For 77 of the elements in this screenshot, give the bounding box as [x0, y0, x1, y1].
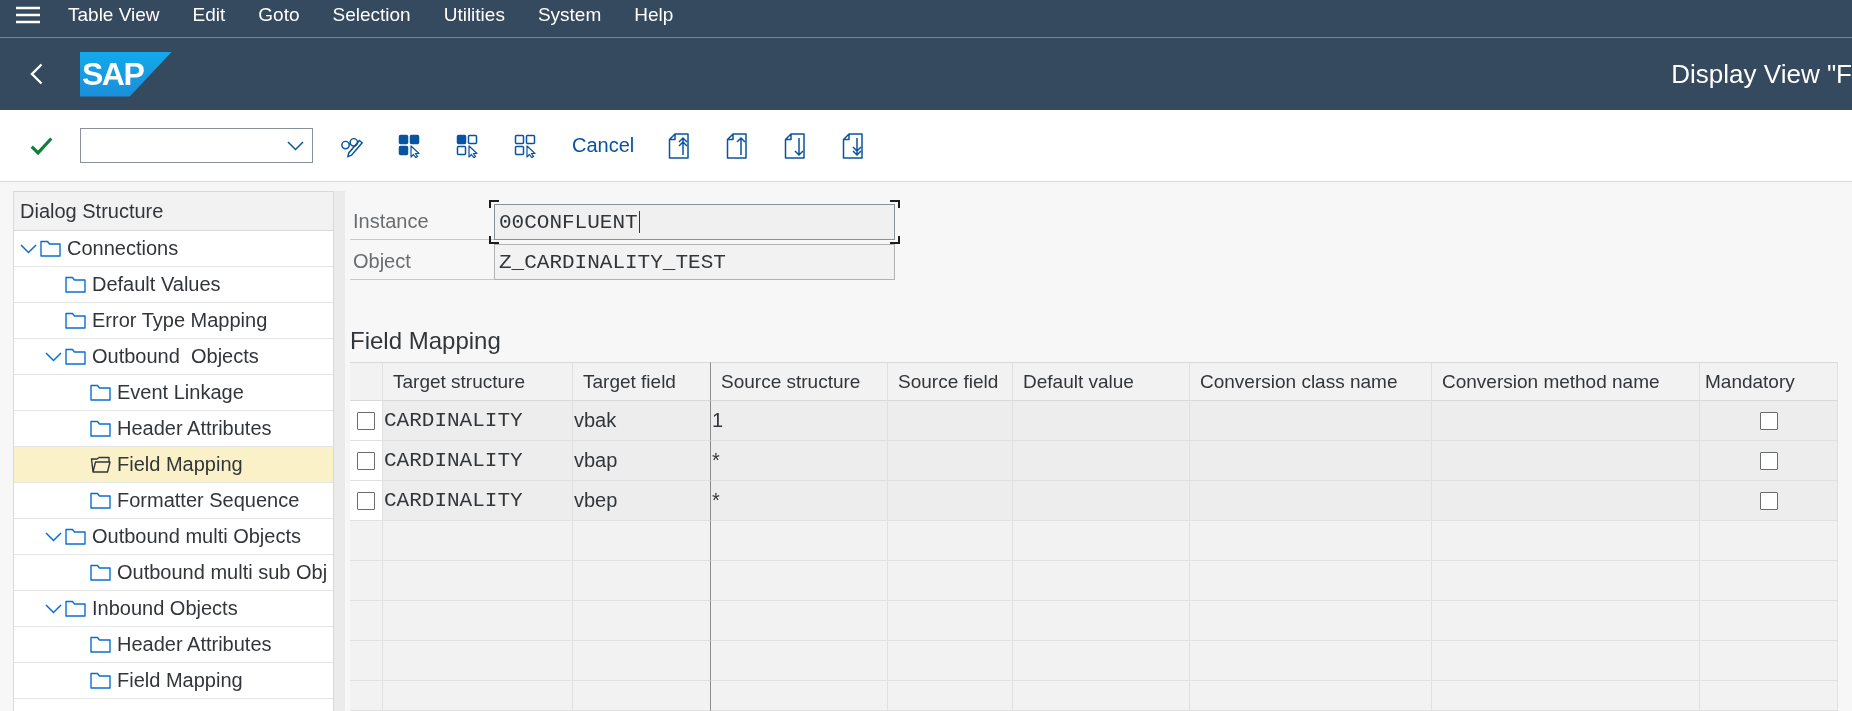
table-cell: CARDINALITY — [383, 441, 573, 481]
squares-cursor-icon[interactable] — [456, 133, 480, 158]
table-cell: vbep — [573, 481, 711, 521]
input-field[interactable]: 00CONFLUENT — [494, 204, 895, 240]
menu-item[interactable]: Utilities — [439, 3, 509, 26]
folder-icon — [90, 492, 111, 509]
table-cell: * — [711, 441, 888, 481]
folder-icon — [65, 348, 86, 365]
column-header[interactable]: Conversion method name — [1432, 362, 1700, 401]
table-cell: vbap — [573, 441, 711, 481]
chevron-down-icon[interactable] — [45, 603, 62, 614]
folder-icon — [40, 240, 61, 257]
menu-item[interactable]: Selection — [328, 3, 415, 26]
open-folder-icon — [90, 456, 111, 473]
squares-cursor-icon[interactable] — [398, 133, 422, 158]
tree-item[interactable]: Header Attributes — [14, 627, 333, 663]
tree-item[interactable]: Event Linkage — [14, 375, 333, 411]
panel-title: Dialog Structure — [14, 192, 333, 231]
folder-icon — [65, 600, 86, 617]
table-cell: CARDINALITY — [383, 401, 573, 441]
folder-icon — [90, 636, 111, 653]
table-cell: * — [711, 481, 888, 521]
chevron-down-icon[interactable] — [287, 140, 304, 151]
column-header[interactable]: Target structure — [383, 362, 573, 401]
focus-corner — [890, 200, 900, 208]
window-title: Display View "F — [1671, 58, 1852, 90]
folder-icon — [90, 564, 111, 581]
tree-item[interactable]: Formatter Sequence — [14, 483, 333, 519]
cancel-button[interactable]: Cancel — [572, 134, 635, 157]
table-cell: vbak — [573, 401, 711, 441]
menu-icon[interactable] — [16, 5, 40, 24]
folder-icon — [90, 672, 111, 689]
column-header[interactable]: Mandatory — [1700, 362, 1838, 401]
check-icon[interactable] — [30, 135, 53, 156]
table-cell: 1 — [711, 401, 888, 441]
checkbox[interactable] — [1759, 451, 1778, 470]
row-selector-checkbox[interactable] — [357, 491, 375, 510]
row-selector-checkbox[interactable] — [357, 411, 375, 430]
text-cursor — [638, 211, 641, 233]
tree-item[interactable]: Error Type Mapping — [14, 303, 333, 339]
command-field[interactable] — [80, 128, 313, 163]
chevron-down-icon[interactable] — [45, 351, 62, 362]
menu-item[interactable]: Table View — [64, 3, 164, 26]
section-title: Field Mapping — [350, 326, 501, 356]
chevron-down-icon[interactable] — [45, 531, 62, 542]
back-icon[interactable] — [30, 63, 43, 85]
folder-icon — [65, 276, 86, 293]
column-header[interactable]: Conversion class name — [1190, 362, 1432, 401]
tree-item[interactable]: Outbound multi sub Obj — [14, 555, 333, 591]
column-header[interactable]: Default value — [1013, 362, 1190, 401]
tree-item[interactable]: Field Mapping — [14, 447, 333, 483]
squares-cursor-icon[interactable] — [514, 133, 538, 158]
column-header[interactable]: Source structure — [711, 362, 888, 401]
folder-icon — [65, 528, 86, 545]
tree-item[interactable]: Connections — [14, 231, 333, 267]
folder-icon — [90, 384, 111, 401]
input-field[interactable]: Z_CARDINALITY_TEST — [494, 244, 895, 280]
tree-item[interactable]: Default Values — [14, 267, 333, 303]
chevron-down-icon[interactable] — [20, 243, 37, 254]
checkbox[interactable] — [1759, 411, 1778, 430]
checkbox[interactable] — [1759, 491, 1778, 510]
menu-item[interactable]: Edit — [188, 3, 230, 26]
menu-item[interactable]: System — [533, 3, 606, 26]
column-header[interactable]: Target field — [573, 362, 711, 401]
tree-item[interactable]: Outbound Objects — [14, 339, 333, 375]
column-header[interactable]: Source field — [888, 362, 1013, 401]
tree-item[interactable]: Inbound Objects — [14, 591, 333, 627]
tree-item[interactable]: Field Mapping — [14, 663, 333, 699]
folder-icon — [65, 312, 86, 329]
tree-item[interactable]: Outbound multi Objects — [14, 519, 333, 555]
table-cell: CARDINALITY — [383, 481, 573, 521]
row-selector-checkbox[interactable] — [357, 451, 375, 470]
menu-item[interactable]: Goto — [254, 3, 304, 26]
logo: SAP — [80, 51, 172, 97]
focus-corner — [489, 200, 499, 208]
folder-icon — [90, 420, 111, 437]
menu-item[interactable]: Help — [630, 3, 678, 26]
